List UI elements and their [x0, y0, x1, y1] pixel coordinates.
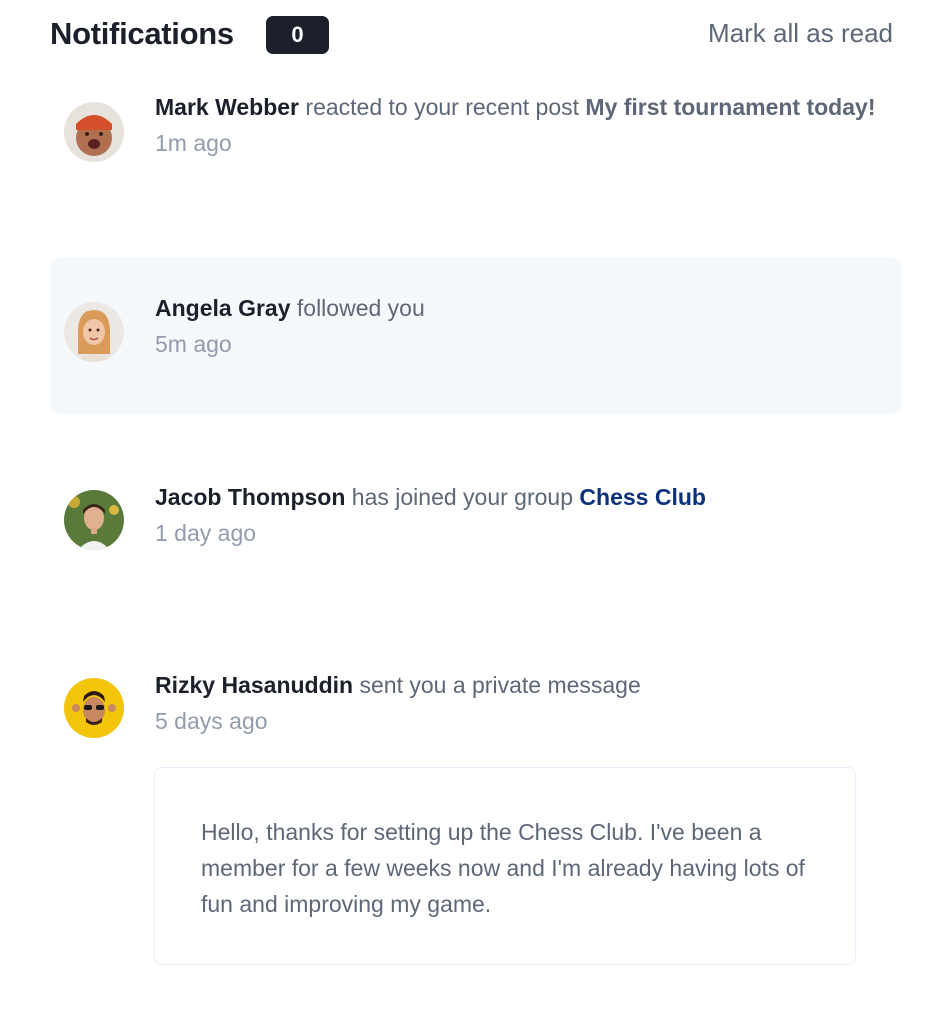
- user-name[interactable]: Rizky Hasanuddin: [155, 672, 353, 698]
- avatar-angela-gray[interactable]: [64, 302, 124, 362]
- group-link[interactable]: Chess Club: [579, 484, 706, 510]
- unread-count-badge: 0: [266, 16, 329, 54]
- avatar-mark-webber[interactable]: [64, 102, 124, 162]
- user-name[interactable]: Angela Gray: [155, 295, 291, 321]
- private-message-preview[interactable]: Hello, thanks for setting up the Chess C…: [154, 767, 856, 965]
- notification-action: has joined your group: [351, 484, 574, 510]
- notification-action: followed you: [296, 295, 425, 321]
- notification-item[interactable]: Mark Webber reacted to your recent post …: [50, 88, 902, 208]
- post-link[interactable]: My first tournament today!: [585, 94, 875, 120]
- notification-item[interactable]: Jacob Thompson has joined your group Che…: [50, 460, 902, 600]
- notification-time: 5m ago: [155, 331, 232, 357]
- notification-item[interactable]: Angela Gray followed you 5m ago: [50, 257, 902, 414]
- avatar-rizky-hasanuddin[interactable]: [64, 678, 124, 738]
- notifications-header: Notifications 0 Mark all as read: [50, 14, 893, 56]
- user-name[interactable]: Jacob Thompson: [155, 484, 345, 510]
- notification-content: Jacob Thompson has joined your group Che…: [155, 478, 882, 550]
- page-title: Notifications: [50, 16, 234, 51]
- user-name[interactable]: Mark Webber: [155, 94, 299, 120]
- notification-time: 1m ago: [155, 130, 232, 156]
- notification-content: Rizky Hasanuddin sent you a private mess…: [155, 666, 882, 738]
- notification-item[interactable]: Rizky Hasanuddin sent you a private mess…: [50, 650, 902, 750]
- notifications-page: Notifications 0 Mark all as read Mark We…: [0, 0, 949, 1024]
- notification-content: Angela Gray followed you 5m ago: [155, 289, 882, 361]
- notification-action: sent you a private message: [359, 672, 641, 698]
- notification-time: 5 days ago: [155, 708, 268, 734]
- avatar-jacob-thompson[interactable]: [64, 490, 124, 550]
- notification-content: Mark Webber reacted to your recent post …: [155, 88, 882, 160]
- notification-action: reacted to your recent post: [305, 94, 580, 120]
- notification-time: 1 day ago: [155, 520, 257, 546]
- mark-all-read-button[interactable]: Mark all as read: [708, 18, 893, 49]
